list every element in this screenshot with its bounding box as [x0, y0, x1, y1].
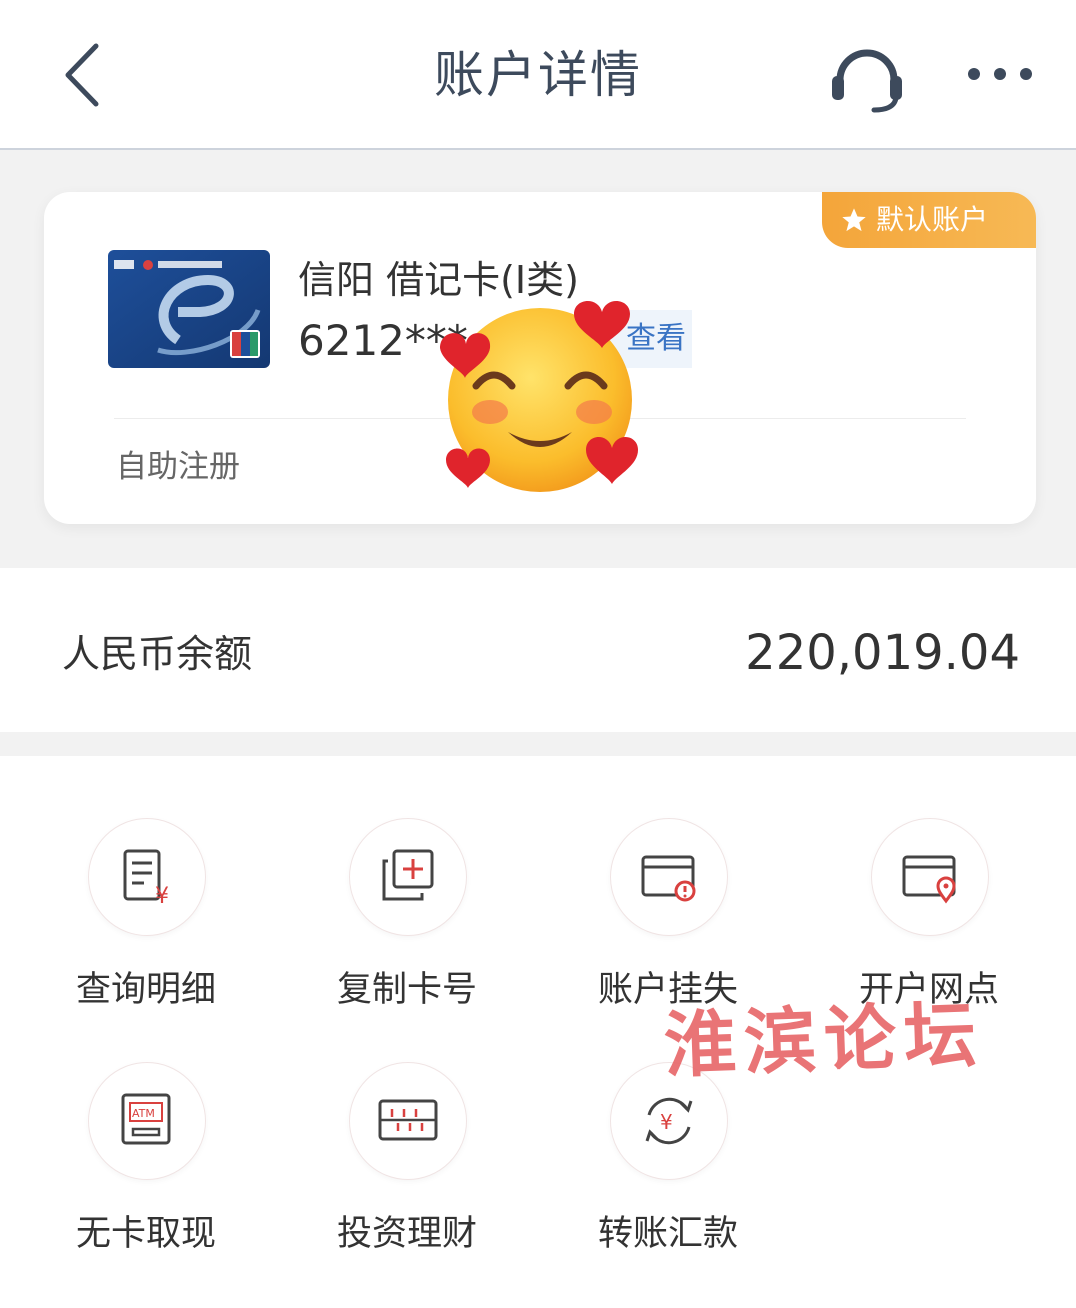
function-copy-card-number[interactable]: 复制卡号: [277, 818, 537, 1038]
function-label: 无卡取现: [75, 1214, 216, 1254]
function-query-details[interactable]: ¥ 查询明细: [16, 818, 276, 1038]
svg-text:¥: ¥: [660, 1110, 673, 1134]
balance-row: 人民币余额 220,019.04: [0, 568, 1076, 732]
self-register-link[interactable]: 自助注册: [116, 444, 240, 490]
balance-label: 人民币余额: [62, 632, 253, 676]
bank-card-image: [108, 250, 270, 368]
star-icon: [842, 208, 866, 232]
statement-icon: ¥: [88, 818, 206, 936]
headset-icon[interactable]: [826, 36, 908, 116]
function-label: 复制卡号: [336, 970, 477, 1010]
function-investment[interactable]: 投资理财: [277, 1062, 537, 1282]
function-label: 转账汇款: [597, 1214, 738, 1254]
more-dots-icon[interactable]: [962, 54, 1038, 94]
function-label: 查询明细: [75, 970, 216, 1010]
forum-watermark: 淮滨论坛: [662, 991, 986, 1088]
balance-value: 220,019.04: [745, 625, 1020, 681]
card-report-loss-icon: [610, 818, 728, 936]
header-bar: 账户详情: [0, 0, 1076, 150]
atm-icon: ATM: [88, 1062, 206, 1180]
function-label: 投资理财: [336, 1214, 477, 1254]
copy-icon: [349, 818, 467, 936]
card-location-icon: [871, 818, 989, 936]
function-transfer[interactable]: ¥ 转账汇款: [538, 1062, 798, 1282]
smiling-face-hearts-emoji: [440, 300, 638, 492]
svg-text:¥: ¥: [155, 884, 169, 907]
svg-text:ATM: ATM: [132, 1107, 155, 1120]
function-cardless-withdrawal[interactable]: ATM 无卡取现: [16, 1062, 276, 1282]
default-account-badge: 默认账户: [822, 192, 1036, 248]
investment-icon: [349, 1062, 467, 1180]
section-divider: [0, 732, 1076, 756]
page-title: 账户详情: [434, 46, 642, 104]
default-badge-label: 默认账户: [876, 203, 989, 236]
